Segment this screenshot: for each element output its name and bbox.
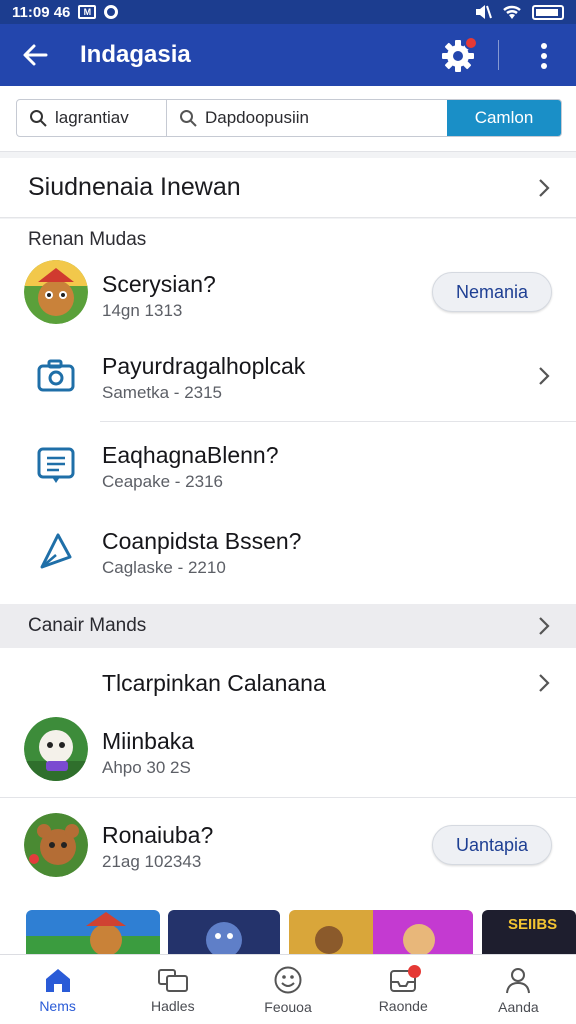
- list-item-subtitle: 14gn 1313: [102, 301, 183, 320]
- mute-icon: [476, 5, 492, 19]
- list-item-title: Miinbaka: [102, 728, 195, 754]
- thumbnail-strip: SEIIBS: [0, 908, 576, 954]
- status-bar: 11:09 46 M: [0, 0, 576, 24]
- list-item-title: Ronaiuba?: [102, 822, 214, 848]
- list-item-title: Coanpidsta Bssen?: [102, 528, 302, 554]
- battery-icon: [532, 4, 564, 20]
- home-icon: [45, 968, 70, 992]
- list-item-title: EaqhagnaBlenn?: [102, 442, 279, 468]
- send-icon: [40, 533, 72, 569]
- game-thumbnail[interactable]: [168, 910, 280, 954]
- chevron-right-icon: [539, 178, 550, 197]
- search-button[interactable]: Camlon: [447, 100, 561, 136]
- nav-label: Hadles: [151, 997, 195, 1014]
- action-button[interactable]: Nemania: [432, 272, 552, 312]
- search-field-secondary-value: Dapdoopusiin: [205, 108, 309, 127]
- search-field-primary-value: lagrantiav: [55, 108, 129, 127]
- search-field-primary[interactable]: lagrantiav: [17, 100, 167, 136]
- nav-label: Feouoa: [264, 998, 312, 1015]
- notification-icon: M: [78, 5, 97, 19]
- list-item[interactable]: Coanpidsta Bssen? Caglaske - 2210: [0, 510, 576, 592]
- list-item[interactable]: Payurdragalhoplcak Sametka - 2315: [0, 335, 576, 417]
- nav-item-folders[interactable]: Hadles: [115, 955, 230, 1024]
- nav-label: Aanda: [498, 998, 539, 1015]
- nav-item-home[interactable]: Nems: [0, 955, 115, 1024]
- folders-icon: [157, 968, 188, 992]
- status-time: 11:09 46: [12, 3, 71, 21]
- chevron-right-icon: [539, 367, 550, 385]
- nav-item-feed[interactable]: Feouoa: [230, 955, 345, 1024]
- chevron-right-icon: [539, 674, 550, 692]
- back-button[interactable]: [0, 24, 70, 86]
- nav-item-profile[interactable]: Aanda: [461, 955, 576, 1024]
- more-vertical-icon: [541, 43, 547, 69]
- wifi-icon: [503, 5, 521, 19]
- notification-badge: [464, 36, 478, 50]
- list-item-subtitle: Ahpo 30 2S: [102, 758, 191, 777]
- divider: [0, 797, 576, 798]
- record-icon: [104, 5, 119, 19]
- avatar: [24, 717, 88, 781]
- search-bar: lagrantiav Dapdoopusiin Camlon: [0, 86, 576, 152]
- smiley-icon: [274, 966, 302, 993]
- bottom-navigation: Nems Hadles Feouoa Raonde Aanda: [0, 954, 576, 1024]
- arrow-left-icon: [23, 44, 48, 66]
- page-title: Indagasia: [80, 41, 191, 68]
- overflow-menu-button[interactable]: [524, 36, 564, 76]
- list-item[interactable]: Miinbaka Ahpo 30 2S: [0, 708, 576, 790]
- list-item-subtitle: 21ag 102343: [102, 852, 202, 871]
- action-button[interactable]: Uantapia: [432, 825, 552, 865]
- search-icon: [30, 110, 47, 127]
- chevron-right-icon: [539, 617, 550, 635]
- search-frame: lagrantiav Dapdoopusiin Camlon: [16, 99, 562, 137]
- list-item[interactable]: EaqhagnaBlenn? Ceapake - 2316: [0, 424, 576, 506]
- nav-item-inbox[interactable]: Raonde: [346, 955, 461, 1024]
- divider: [100, 421, 576, 422]
- document-icon: [37, 447, 75, 483]
- avatar: [24, 260, 88, 324]
- game-thumbnail[interactable]: [26, 910, 160, 954]
- camera-icon: [37, 359, 75, 392]
- nav-label: Raonde: [378, 997, 428, 1014]
- list-item-title: Tlcarpinkan Calanana: [102, 670, 326, 696]
- thumbnail-label: SEIIBS: [508, 916, 558, 933]
- section-header[interactable]: Siudnenaia Inewan: [0, 158, 576, 218]
- person-icon: [506, 967, 531, 993]
- list-item-subtitle: Sametka - 2315: [102, 383, 223, 402]
- appbar-divider: [498, 40, 499, 70]
- avatar: [24, 813, 88, 877]
- subsection-label: Renan Mudas: [28, 229, 147, 250]
- section-title: Siudnenaia Inewan: [28, 173, 241, 201]
- list-item-subtitle: Caglaske - 2210: [102, 558, 226, 577]
- settings-button[interactable]: [436, 34, 480, 78]
- section-title: Canair Mands: [28, 615, 147, 636]
- search-field-secondary[interactable]: Dapdoopusiin: [167, 100, 447, 136]
- game-thumbnail[interactable]: [289, 910, 473, 954]
- list-item-title: Scerysian?: [102, 271, 216, 297]
- list-item[interactable]: Ronaiuba? 21ag 102343 Uantapia: [0, 804, 576, 886]
- list-item-title: Payurdragalhoplcak: [102, 353, 306, 379]
- list-item[interactable]: Scerysian? 14gn 1313 Nemania: [0, 251, 576, 333]
- app-bar: Indagasia: [0, 24, 576, 86]
- section-header-secondary[interactable]: Canair Mands: [0, 604, 576, 648]
- list-item[interactable]: Tlcarpinkan Calanana: [0, 652, 576, 714]
- list-item-subtitle: Ceapake - 2316: [102, 472, 223, 491]
- notification-badge: [407, 965, 421, 978]
- nav-label: Nems: [39, 997, 76, 1014]
- search-icon: [180, 110, 197, 127]
